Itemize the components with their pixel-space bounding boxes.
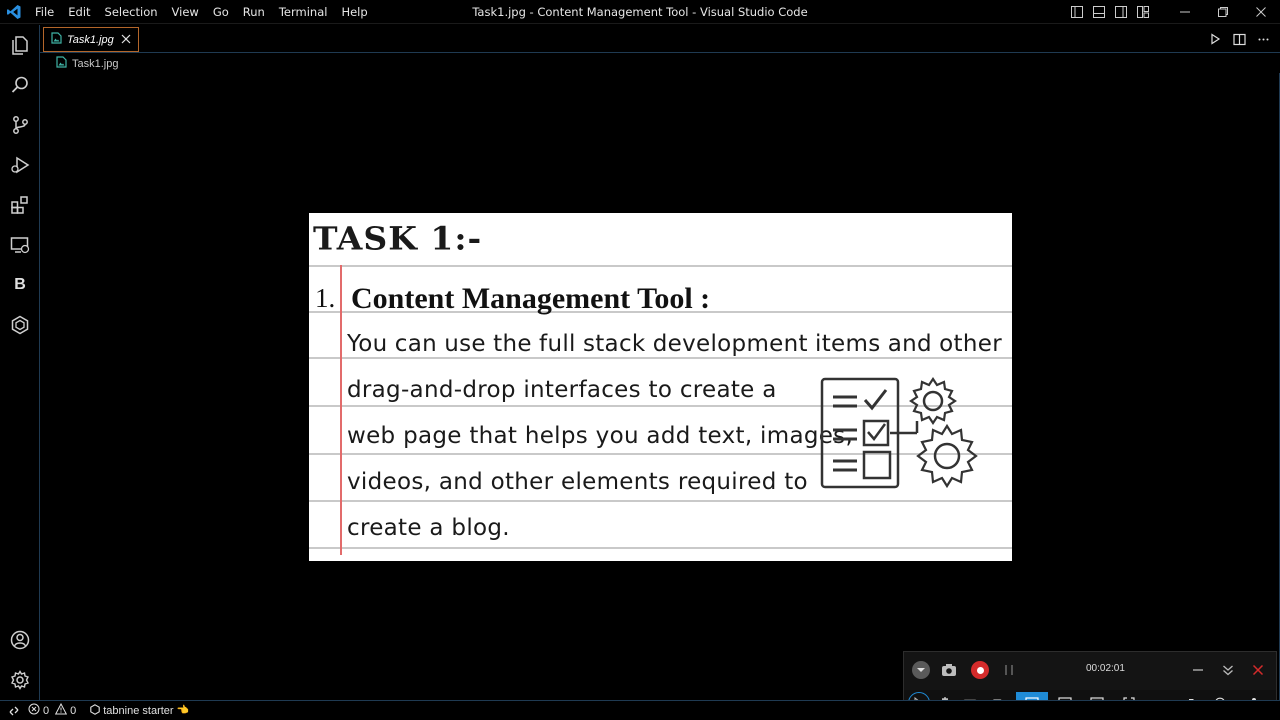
extensions-icon[interactable] [0, 185, 40, 225]
breadcrumb: Task1.jpg [40, 54, 1280, 73]
tab-task1-jpg[interactable]: Task1.jpg [43, 27, 139, 52]
checklist-gears-illustration-icon [817, 373, 987, 495]
status-bar: 0 0 tabnine starter 👈 [0, 700, 1280, 720]
word: items [815, 331, 881, 357]
menu-go[interactable]: Go [206, 0, 236, 24]
record-icon[interactable] [971, 661, 989, 679]
pointing-hand-emoji: 👈 [176, 705, 190, 716]
search-icon[interactable] [0, 65, 40, 105]
menu-help[interactable]: Help [334, 0, 374, 24]
word: full [539, 331, 576, 357]
menu-file[interactable]: File [28, 0, 61, 24]
margin-line [340, 265, 342, 555]
word: development [652, 331, 808, 357]
menu-view[interactable]: View [165, 0, 206, 24]
blackbox-icon[interactable]: B [0, 265, 40, 305]
word: and [887, 331, 932, 357]
word: You [347, 331, 388, 357]
menu-run[interactable]: Run [236, 0, 272, 24]
tabnine-icon[interactable] [0, 305, 40, 345]
word: the [493, 331, 532, 357]
ruled-line [309, 500, 1012, 502]
ruled-line [309, 265, 1012, 267]
toggle-panel-icon[interactable] [1088, 0, 1110, 24]
camera-snapshot-icon[interactable] [940, 661, 958, 679]
customize-layout-icon[interactable] [1132, 0, 1154, 24]
account-icon[interactable] [0, 620, 40, 660]
close-recorder-icon[interactable] [1250, 662, 1266, 678]
editor-tab-bar: Task1.jpg [40, 25, 1280, 53]
word: can [394, 331, 438, 357]
minimize-icon[interactable] [1166, 0, 1204, 24]
explorer-icon[interactable] [0, 25, 40, 65]
body-line-4: videos, and other elements required to [347, 469, 808, 495]
tab-label: Task1.jpg [67, 33, 114, 46]
ruled-line [309, 547, 1012, 549]
tabnine-label: tabnine starter [103, 704, 174, 717]
source-control-icon[interactable] [0, 105, 40, 145]
word: other [939, 331, 1002, 357]
remote-explorer-icon[interactable] [0, 225, 40, 265]
recording-timer: 00:02:01 [1086, 663, 1125, 674]
image-preview: TASK 1:- 1. Content Management Tool : Yo… [309, 213, 1012, 561]
warning-icon [54, 702, 68, 718]
list-number: 1. [315, 283, 336, 313]
menu-selection[interactable]: Selection [98, 0, 165, 24]
activity-bar: B [0, 25, 40, 700]
body-line-3: web page that helps you add text, images… [347, 423, 854, 449]
remote-indicator-icon[interactable] [0, 701, 28, 720]
menu-terminal[interactable]: Terminal [272, 0, 335, 24]
section-heading: Content Management Tool : [351, 282, 711, 315]
warning-count: 0 [70, 704, 77, 717]
restore-icon[interactable] [1204, 0, 1242, 24]
word: stack [582, 331, 646, 357]
breadcrumb-item-task1[interactable]: Task1.jpg [72, 58, 118, 70]
menu-edit[interactable]: Edit [61, 0, 97, 24]
vscode-logo-icon [0, 0, 28, 24]
title-bar: File Edit Selection View Go Run Terminal… [0, 0, 1280, 24]
error-icon [28, 703, 40, 718]
split-editor-icon[interactable] [1230, 30, 1248, 48]
image-file-icon [56, 56, 67, 71]
task-title: TASK 1:- [313, 219, 483, 258]
body-line-2: drag-and-drop interfaces to create a [347, 377, 777, 403]
tabnine-status[interactable]: tabnine starter 👈 [90, 703, 190, 718]
collapse-chevron-icon[interactable] [912, 661, 930, 679]
manage-gear-icon[interactable] [0, 660, 40, 700]
image-file-icon [51, 32, 62, 47]
body-line-1: You can use the full stack development i… [347, 331, 1002, 357]
word: use [444, 331, 486, 357]
run-file-icon[interactable] [1206, 30, 1224, 48]
menu-bar: File Edit Selection View Go Run Terminal… [28, 0, 375, 24]
run-debug-icon[interactable] [0, 145, 40, 185]
minimize-recorder-icon[interactable] [1190, 662, 1206, 678]
body-line-5: create a blog. [347, 515, 510, 541]
problems-indicator[interactable]: 0 0 [28, 702, 77, 718]
error-count: 0 [43, 704, 50, 717]
ruled-line [309, 357, 1012, 359]
tab-close-icon[interactable] [119, 32, 133, 46]
toggle-primary-sidebar-icon[interactable] [1066, 0, 1088, 24]
tabnine-status-icon [90, 703, 100, 718]
blackbox-label: B [14, 276, 26, 293]
pause-icon[interactable] [1002, 662, 1016, 678]
close-icon[interactable] [1242, 0, 1280, 24]
more-actions-icon[interactable] [1254, 30, 1272, 48]
toggle-secondary-sidebar-icon[interactable] [1110, 0, 1132, 24]
expand-double-chevron-icon[interactable] [1220, 662, 1236, 678]
